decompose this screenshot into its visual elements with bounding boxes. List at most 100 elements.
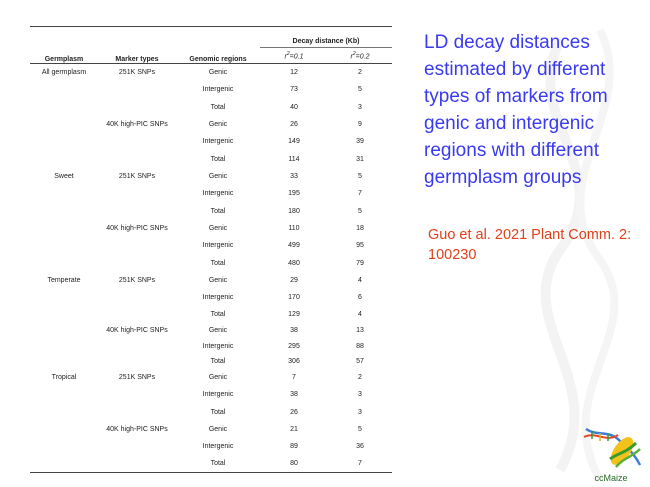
cell-decay-r2-0-1: 295	[288, 342, 300, 350]
cell-genomic-region: Genic	[208, 224, 228, 232]
table-row: 40K high-PIC SNPs Genic 26 9	[30, 116, 392, 133]
citation: Guo et al. 2021 Plant Comm. 2: 100230	[428, 227, 632, 263]
cell-decay-r2-0-1: 110	[288, 224, 300, 232]
cell-genomic-region: Total	[210, 155, 226, 163]
cell-decay-r2-0-2: 7	[358, 460, 362, 468]
table-body: All germplasm 251K SNPs Genic 12 2 Intergenic…	[30, 64, 393, 473]
cell-decay-r2-0-1: 12	[290, 68, 298, 76]
cell-decay-r2-0-2: 5	[358, 86, 362, 93]
cell-marker-type	[98, 133, 176, 151]
table-row: Intergenic 149 39	[30, 133, 392, 151]
cell-genomic-region: Intergenic	[202, 391, 234, 398]
cell-decay-r2-0-2: 4	[358, 310, 362, 318]
cell-marker-type	[98, 203, 176, 220]
cell-decay-r2-0-2: 5	[358, 425, 362, 433]
cell-genomic-region: Total	[210, 207, 226, 215]
cell-germplasm	[30, 203, 98, 220]
header-marker-types: Marker types	[115, 56, 159, 63]
cell-genomic-region: Genic	[208, 68, 228, 76]
cell-marker-type: 40K high-PIC SNPs	[106, 224, 168, 232]
cell-marker-type: 40K high-PIC SNPs	[106, 120, 168, 128]
cell-decay-r2-0-1: 33	[290, 172, 298, 180]
cell-genomic-region: Total	[210, 357, 226, 365]
cell-germplasm	[30, 404, 98, 421]
cell-decay-r2-0-1: 38	[290, 391, 298, 398]
cell-decay-r2-0-2: 18	[356, 224, 364, 232]
maize-dna-logo-icon	[583, 427, 642, 468]
cell-decay-r2-0-1: 114	[288, 155, 300, 163]
table-row: Sweet 251K SNPs Genic 33 5	[30, 168, 392, 185]
cell-decay-r2-0-2: 5	[358, 207, 362, 215]
table-row: Intergenic 295 88	[30, 339, 392, 354]
cell-decay-r2-0-2: 2	[358, 68, 362, 76]
table-row: Total 306 57	[30, 354, 392, 369]
cell-genomic-region: Intergenic	[202, 138, 234, 145]
cell-decay-r2-0-1: 38	[290, 326, 298, 334]
cell-genomic-region: Intergenic	[202, 342, 234, 350]
cell-germplasm	[30, 456, 98, 473]
cell-genomic-region: Intergenic	[202, 86, 234, 93]
cell-decay-r2-0-2: 3	[358, 103, 362, 111]
cell-germplasm	[30, 354, 98, 369]
table-row: 40K high-PIC SNPs Genic 21 5	[30, 421, 392, 438]
cell-decay-r2-0-1: 21	[290, 425, 298, 433]
cell-genomic-region: Total	[210, 310, 226, 318]
cell-decay-r2-0-1: 180	[288, 207, 300, 215]
cell-germplasm	[30, 289, 98, 307]
table-row: 40K high-PIC SNPs Genic 110 18	[30, 220, 392, 237]
cell-germplasm	[30, 185, 98, 203]
cell-decay-r2-0-1: 73	[290, 86, 298, 93]
cell-genomic-region: Intergenic	[202, 190, 234, 197]
cell-marker-type	[98, 151, 176, 168]
cell-germplasm	[30, 133, 98, 151]
cell-genomic-region: Genic	[208, 425, 228, 433]
cell-decay-r2-0-1: 306	[288, 357, 300, 365]
cell-decay-r2-0-1: 7	[292, 373, 296, 381]
slide-title: LD decay distances estimated by differen…	[424, 32, 608, 188]
cell-decay-r2-0-2: 31	[356, 155, 364, 163]
cell-marker-type	[98, 404, 176, 421]
cell-genomic-region: Genic	[208, 276, 228, 284]
logo-text: ccMaize	[594, 473, 628, 483]
cell-decay-r2-0-1: 195	[288, 190, 300, 197]
cell-decay-r2-0-2: 95	[356, 242, 364, 249]
header-r2-0-1: r2=0.1	[284, 50, 304, 61]
cell-decay-r2-0-2: 88	[356, 342, 364, 350]
ld-decay-table: Germplasm Marker types Genomic regions D…	[30, 26, 393, 473]
cell-decay-r2-0-2: 36	[356, 443, 364, 450]
cell-germplasm	[30, 339, 98, 354]
cell-marker-type	[98, 237, 176, 255]
cell-decay-r2-0-1: 149	[288, 138, 300, 145]
cell-marker-type	[98, 386, 176, 404]
cell-genomic-region: Total	[210, 460, 226, 468]
header-genomic-regions: Genomic regions	[189, 56, 247, 63]
table-row: Temperate 251K SNPs Genic 29 4	[30, 272, 392, 289]
header-decay-distance: Decay distance (Kb)	[260, 26, 393, 48]
cell-decay-r2-0-1: 480	[288, 259, 300, 267]
cell-decay-r2-0-1: 29	[290, 276, 298, 284]
cell-marker-type	[98, 339, 176, 354]
table-row: All germplasm 251K SNPs Genic 12 2	[30, 64, 392, 81]
cell-marker-type: 40K high-PIC SNPs	[106, 326, 168, 334]
cell-germplasm	[30, 307, 98, 322]
cell-germplasm: All germplasm	[41, 68, 87, 76]
table-row: Total 40 3	[30, 99, 392, 116]
table-row: Intergenic 89 36	[30, 438, 392, 456]
cell-germplasm	[30, 99, 98, 116]
cell-decay-r2-0-2: 79	[356, 259, 364, 267]
cell-genomic-region: Total	[210, 408, 226, 416]
cell-decay-r2-0-2: 9	[358, 120, 362, 128]
cell-marker-type	[98, 99, 176, 116]
cell-germplasm: Temperate	[47, 276, 81, 284]
cell-decay-r2-0-2: 13	[356, 326, 364, 334]
cell-germplasm	[30, 220, 98, 237]
table-row: Intergenic 38 3	[30, 386, 392, 404]
cell-decay-r2-0-2: 57	[356, 357, 364, 365]
table-row: 40K high-PIC SNPs Genic 38 13	[30, 322, 392, 339]
cell-genomic-region: Genic	[208, 373, 228, 381]
cell-decay-r2-0-1: 26	[290, 408, 298, 416]
cell-genomic-region: Genic	[208, 120, 228, 128]
table-row: Intergenic 195 7	[30, 185, 392, 203]
header-r2-0-2: r2=0.2	[350, 50, 370, 61]
table-row: Total 480 79	[30, 255, 392, 272]
